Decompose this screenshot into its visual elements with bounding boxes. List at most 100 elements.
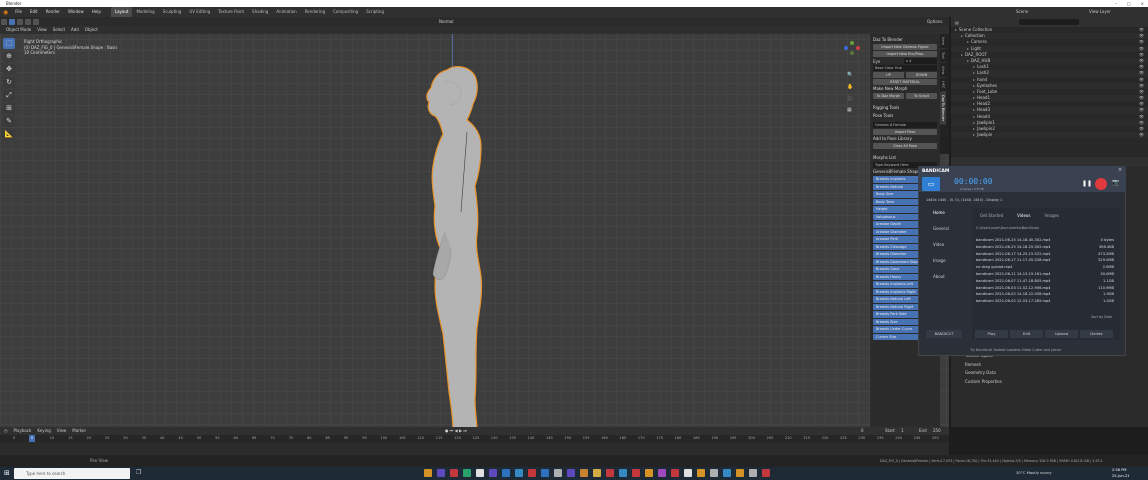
menu-render[interactable]: Render [42,7,64,17]
taskbar-app-icon[interactable] [437,469,445,477]
editor-type-icon[interactable] [1,18,7,25]
current-frame-field[interactable]: 0 [858,427,867,435]
video-file-row[interactable]: bandicam 2021-06-03 11-52-12-906.mp4 110.… [972,285,1120,292]
video-file-row[interactable]: bandicam 2021-06-25 14-18-25-502.mp4 306.… [972,244,1120,251]
tab-daz-to-blender[interactable]: Daz To Blender [940,92,946,126]
tab-view[interactable]: View [940,63,946,79]
video-file-row[interactable]: bandicam 2021-06-17 14-25-15-522.mp4 473.… [972,251,1120,258]
delete-button[interactable]: Delete [1080,330,1113,338]
task-view-icon[interactable]: ❐ [136,469,141,476]
tab-get-started[interactable]: Get Started [980,213,1003,218]
tab-texture-paint[interactable]: Texture Paint [214,7,248,17]
panel-title-morphs-list[interactable]: Morphs List [870,155,940,161]
menu-window[interactable]: Window [64,7,88,17]
mode-dropdown[interactable]: Object Mode [0,26,34,34]
menu-help[interactable]: Help [88,7,105,17]
end-frame-field[interactable]: 250 [930,427,944,435]
camera-icon[interactable]: 🎥 [847,95,853,102]
output-folder-path[interactable]: C:\Users\user\Documents\Bandicam [972,223,1120,233]
taskbar-app-icon[interactable] [528,469,536,477]
orientation-dropdown[interactable]: Normal [436,18,456,26]
view-layer-selector[interactable]: View Layer [1089,7,1111,17]
section-custom-properties[interactable]: Custom Properties [951,378,1148,387]
editor-type-icon-timeline[interactable]: ◷ [0,427,11,435]
taskbar-app-icon[interactable] [632,469,640,477]
nav-about[interactable]: About [923,269,965,285]
bandicut-button[interactable]: BANDICUT [926,330,962,338]
section-geometry-data[interactable]: Geometry Data [951,369,1148,378]
reset-material-button[interactable]: RESET MATERIAL [873,79,937,85]
close-icon[interactable]: × [1141,0,1144,7]
taskbar-app-icon[interactable] [593,469,601,477]
taskbar-app-icon[interactable] [489,469,497,477]
select-intersect-icon[interactable] [33,18,39,25]
weather-widget[interactable]: 30°C Mostly sunny [1016,470,1052,475]
taskbar-app-icon[interactable] [502,469,510,477]
taskbar-app-icon[interactable] [697,469,705,477]
menu-add[interactable]: Add [68,26,82,34]
move-icon[interactable]: ✥ [3,64,15,75]
menu-select[interactable]: Select [50,26,68,34]
tab-hpc[interactable]: HPC [940,78,946,93]
nav-image[interactable]: Image [923,253,965,269]
menu-marker[interactable]: Marker [69,427,89,435]
select-mode-icon[interactable] [9,18,15,25]
navigation-gizmo[interactable]: 🔍 ✋ 🎥 ▦ [843,38,861,118]
video-file-row[interactable]: bandicam 2021-06-25 14-18-40-302.mp4 0 by… [972,237,1120,244]
up-button[interactable]: UP [873,72,904,78]
down-button[interactable]: DOWN [906,72,937,78]
upload-button[interactable]: Upload [1045,330,1078,338]
start-frame-field[interactable]: 1 [898,427,907,435]
tab-sculpting[interactable]: Sculpting [159,7,186,17]
select-extend-icon[interactable] [17,18,23,25]
tab-uv-editing[interactable]: UV Editing [185,7,214,17]
outliner-row[interactable]: ▸ Jawlipin 👁 [951,132,1148,139]
sort-by-date[interactable]: Sort by Date [1091,315,1112,319]
scale-icon[interactable]: ⤢ [3,90,15,101]
transform-icon[interactable]: ⊞ [3,103,15,114]
playback-controls[interactable]: ● ⏮ ◀ ▶ ⏭ [442,427,470,435]
video-file-row[interactable]: bandicam 2021-06-02 12-53-17-285.mp4 1.0G… [972,298,1120,305]
taskbar-app-icon[interactable] [710,469,718,477]
menu-keying[interactable]: Keying [34,427,53,435]
menu-view[interactable]: View [34,26,50,34]
tab-layout[interactable]: Layout [110,7,133,17]
gizmo-y-axis[interactable] [850,41,854,45]
section-remesh[interactable]: Remesh [951,361,1148,370]
menu-playback[interactable]: Playback [11,427,35,435]
play-button[interactable]: Play [975,330,1008,338]
make-new-morph-checkbox[interactable]: Make New Morph [870,86,940,92]
taskbar-app-icon[interactable] [671,469,679,477]
options-dropdown[interactable]: Options [924,18,945,26]
taskbar-app-icon[interactable] [762,469,770,477]
taskbar-app-icon[interactable] [723,469,731,477]
zoom-icon[interactable]: 🔍 [847,71,853,78]
taskbar-app-icon[interactable] [450,469,458,477]
clock-time[interactable]: 2:56 PM [1112,468,1126,472]
clear-all-pose-button[interactable]: Clear All Pose [873,143,937,149]
tab-tool[interactable]: Tool [940,49,946,63]
scene-selector[interactable]: Scene [1016,7,1028,17]
taskbar-app-icon[interactable] [658,469,666,477]
menu-object[interactable]: Object [82,26,101,34]
screen-mode-button[interactable]: ▭ [922,177,940,191]
annotate-icon[interactable]: ✎ [3,116,15,127]
gizmo-z-axis[interactable] [844,46,848,50]
screenshot-icon[interactable]: 📷 [1112,179,1119,186]
bandicam-close-icon[interactable]: × [1118,167,1122,173]
pose-preset-dropdown[interactable]: Genesis 8 Female [873,122,937,128]
tab-rendering[interactable]: Rendering [301,7,329,17]
record-stop-button[interactable] [1095,178,1107,190]
to-script-button[interactable]: To Script [906,93,937,99]
import-env-button[interactable]: Import New Env/Prop [873,51,937,57]
taskbar-app-icon[interactable] [749,469,757,477]
visibility-eye-icon[interactable]: 👁 [1139,132,1144,138]
tab-videos[interactable]: Videos [1017,213,1030,218]
import-genesis-button[interactable]: Import New Genesis Figure [873,44,937,50]
select-box-icon[interactable]: ⬚ [3,38,15,49]
outliner-search-input[interactable] [1018,19,1079,25]
add-to-pose-library-checkbox[interactable]: Add to Pose Library [870,136,940,142]
tab-shading[interactable]: Shading [248,7,272,17]
to-daz-morph-button[interactable]: To Daz Morph [873,93,904,99]
pan-icon[interactable]: ✋ [847,83,853,90]
